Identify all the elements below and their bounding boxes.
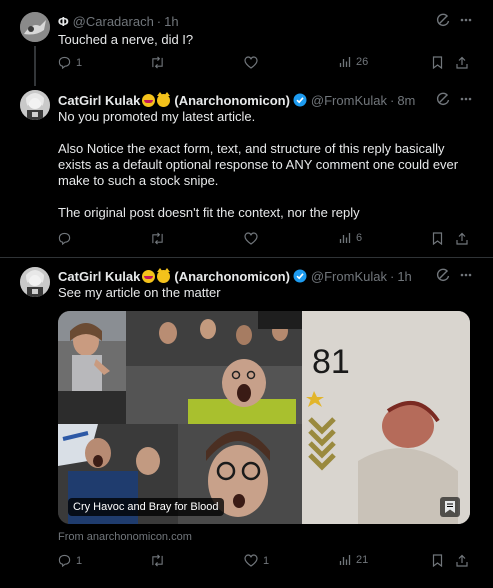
avatar[interactable] (20, 267, 50, 297)
timestamp[interactable]: 1h (397, 269, 411, 284)
post-top-icons (436, 268, 472, 282)
post-header: CatGirl Kulak (Anarchonomicon) @FromKula… (58, 267, 412, 285)
like-button[interactable]: 1 (244, 554, 269, 567)
view-count: 21 (356, 554, 369, 566)
bookmark-icon (432, 232, 443, 245)
post-header: CatGirl Kulak (Anarchonomicon) @FromKula… (58, 91, 415, 109)
link-card-image: 81 (58, 311, 470, 524)
verified-badge-icon[interactable] (293, 93, 307, 107)
reply-icon (58, 56, 71, 69)
post-text-line: Also Notice the exact form, text, and st… (58, 141, 459, 188)
view-count: 26 (356, 56, 369, 68)
share-button[interactable] (456, 554, 468, 567)
post-fromkulak-reply[interactable]: CatGirl Kulak (Anarchonomicon) @FromKula… (0, 82, 493, 256)
views-icon (339, 233, 351, 243)
bookmark-icon (432, 554, 443, 567)
post-caradarach[interactable]: Φ @Caradarach · 1h Touched a nerve, did … (0, 0, 493, 86)
heart-eyes-emoji-icon (142, 93, 156, 107)
display-name-suffix[interactable]: (Anarchonomicon) (174, 93, 290, 108)
user-handle[interactable]: @Caradarach (73, 14, 154, 29)
separator-dot: · (389, 92, 395, 108)
bookmark-button[interactable] (432, 554, 443, 567)
views-button[interactable]: 21 (339, 554, 368, 566)
thread-line (34, 46, 36, 86)
like-icon (244, 232, 258, 245)
repost-button[interactable] (150, 554, 170, 567)
post-text-line: See my article on the matter (58, 285, 221, 300)
post-header: Φ @Caradarach · 1h (58, 12, 179, 30)
share-button[interactable] (456, 56, 468, 69)
avatar[interactable] (20, 90, 50, 120)
grok-icon[interactable] (436, 268, 450, 282)
cat-emoji-icon (157, 267, 171, 283)
display-name-suffix[interactable]: (Anarchonomicon) (174, 269, 290, 284)
post-top-icons (436, 92, 472, 106)
views-icon (339, 57, 351, 67)
link-card-title: Cry Havoc and Bray for Blood (68, 498, 224, 516)
views-icon (339, 555, 351, 565)
grok-icon[interactable] (436, 92, 450, 106)
avatar[interactable] (20, 12, 50, 42)
more-icon[interactable] (460, 97, 472, 101)
bookmark-button[interactable] (432, 232, 443, 245)
user-handle[interactable]: @FromKulak (311, 269, 387, 284)
post-text: No you promoted my latest article. Also … (58, 109, 468, 221)
post-top-icons (436, 13, 472, 27)
display-name[interactable]: Φ (58, 14, 69, 29)
reply-button[interactable]: 1 (58, 554, 82, 567)
user-handle[interactable]: @FromKulak (311, 93, 387, 108)
reply-count: 1 (76, 554, 83, 567)
heart-eyes-emoji-icon (142, 269, 156, 283)
share-icon (456, 554, 468, 567)
reply-icon (58, 554, 71, 567)
repost-icon (152, 554, 163, 567)
views-button[interactable]: 6 (339, 232, 362, 244)
bookmark-icon (432, 56, 443, 69)
like-button[interactable] (244, 56, 263, 69)
post-text-line: Touched a nerve, did I? (58, 32, 194, 47)
display-name[interactable]: CatGirl Kulak (58, 269, 140, 284)
post-text-line: No you promoted my latest article. (58, 109, 256, 124)
verified-badge-icon[interactable] (293, 269, 307, 283)
bookmark-button[interactable] (432, 56, 443, 69)
timestamp[interactable]: 8m (397, 93, 415, 108)
more-icon[interactable] (460, 273, 472, 277)
post-text: See my article on the matter (58, 285, 468, 301)
article-badge-icon (440, 497, 460, 517)
post-text: Touched a nerve, did I? (58, 32, 468, 48)
post-text-line: The original post doesn't fit the contex… (58, 205, 360, 220)
action-bar: 1 26 (58, 56, 470, 74)
cat-emoji-icon (157, 91, 171, 107)
repost-button[interactable] (150, 232, 170, 245)
reply-count: 1 (76, 56, 83, 69)
separator-dot: · (389, 268, 395, 284)
reply-icon (58, 232, 71, 245)
views-button[interactable]: 26 (339, 56, 368, 68)
display-name[interactable]: CatGirl Kulak (58, 93, 140, 108)
more-icon[interactable] (460, 18, 472, 22)
like-count: 1 (263, 554, 270, 567)
like-button[interactable] (244, 232, 263, 245)
action-bar: 1 1 21 (58, 554, 470, 572)
link-card-source[interactable]: From anarchonomicon.com (58, 531, 192, 543)
repost-icon (152, 232, 163, 245)
timeline: Φ @Caradarach · 1h Touched a nerve, did … (0, 0, 493, 588)
like-icon (244, 56, 258, 69)
repost-icon (152, 56, 163, 69)
share-icon (456, 232, 468, 245)
repost-button[interactable] (150, 56, 170, 69)
share-button[interactable] (456, 232, 468, 245)
image-number-text: 81 (312, 343, 350, 381)
link-card[interactable]: 81 Cry Havoc and Bray for Blood (58, 311, 470, 524)
grok-icon[interactable] (436, 13, 450, 27)
timestamp[interactable]: 1h (164, 14, 178, 29)
separator-dot: · (156, 13, 162, 29)
view-count: 6 (356, 232, 363, 244)
action-bar: 6 (58, 232, 470, 250)
reply-button[interactable] (58, 232, 76, 245)
share-icon (456, 56, 468, 69)
like-icon (244, 554, 258, 567)
reply-button[interactable]: 1 (58, 56, 82, 69)
